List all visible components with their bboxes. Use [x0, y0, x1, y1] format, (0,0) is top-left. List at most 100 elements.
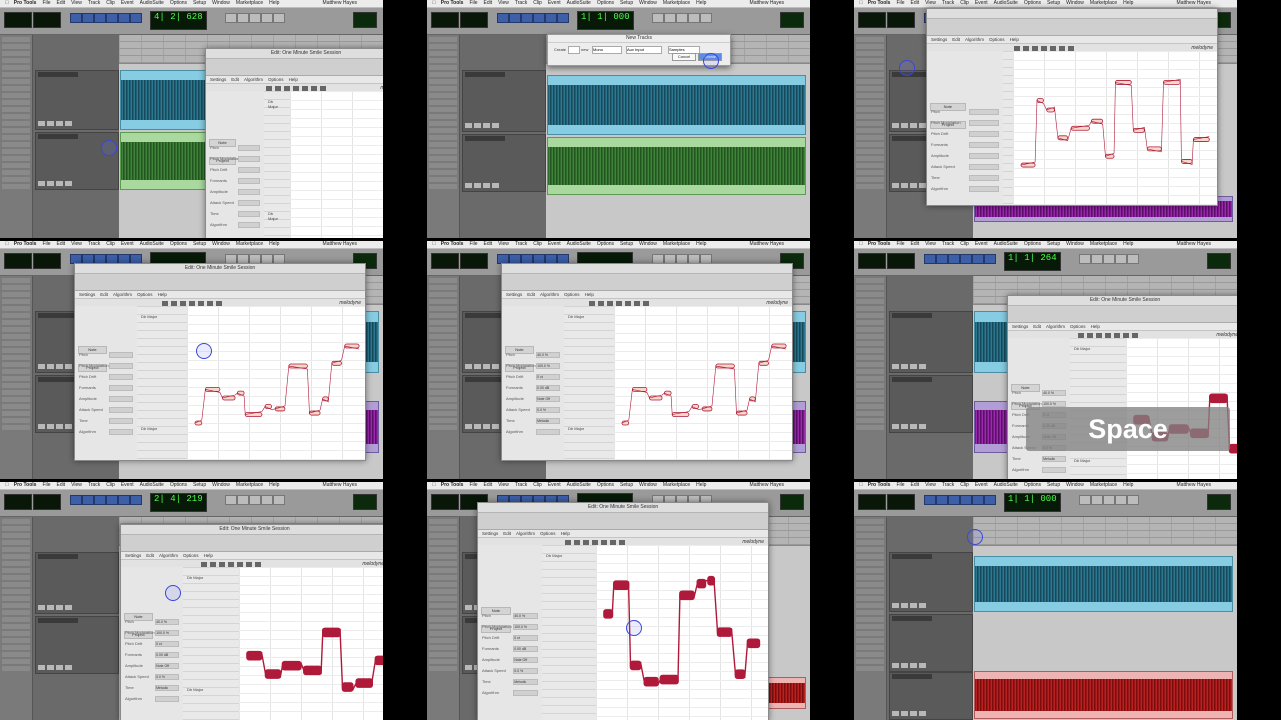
menu-item[interactable]: AudioSuite [994, 482, 1018, 488]
track-list-row[interactable] [856, 177, 884, 182]
menu-item[interactable]: Window [1066, 482, 1084, 488]
track-button[interactable] [465, 364, 472, 369]
transport-button[interactable] [106, 13, 118, 23]
melodyne-menu-item[interactable]: Options [183, 553, 199, 558]
track-list-row[interactable] [429, 86, 457, 91]
track-list-row[interactable] [2, 526, 30, 531]
track-button[interactable] [65, 665, 72, 670]
menu-item[interactable]: File [896, 482, 904, 488]
track-name[interactable] [892, 674, 932, 679]
track-button[interactable] [892, 123, 899, 128]
track-list-row[interactable] [429, 142, 457, 147]
track-button[interactable] [56, 665, 63, 670]
inspector-field[interactable] [536, 429, 560, 435]
inspector-field[interactable]: 0 ct [155, 641, 179, 647]
menu-item[interactable]: Setup [620, 241, 633, 247]
menu-item[interactable]: Marketplace [663, 0, 690, 6]
menu-item[interactable]: Help [1123, 241, 1133, 247]
menu-item[interactable]: AudioSuite [567, 241, 591, 247]
transport-button[interactable] [273, 495, 285, 505]
track-list-row[interactable] [856, 425, 884, 430]
track-count-field[interactable] [568, 46, 580, 54]
track-button[interactable] [492, 123, 499, 128]
track-list-row[interactable] [856, 170, 884, 175]
track-list-row[interactable] [429, 355, 457, 360]
menu-item[interactable]: Marketplace [1090, 482, 1117, 488]
track-list-row[interactable] [2, 72, 30, 77]
menu-item[interactable]: AudioSuite [994, 0, 1018, 6]
transport-button[interactable] [1091, 495, 1103, 505]
track-list-row[interactable] [856, 93, 884, 98]
inspector-field[interactable] [237, 156, 260, 162]
track-list-row[interactable] [429, 575, 457, 580]
track-list-row[interactable] [856, 547, 884, 552]
cancel-button[interactable]: Cancel [672, 53, 696, 61]
track-list-row[interactable] [429, 299, 457, 304]
inspector-field[interactable] [968, 164, 999, 170]
track-button[interactable] [465, 424, 472, 429]
transport-button[interactable] [545, 13, 557, 23]
track-button[interactable] [465, 665, 472, 670]
apple-icon[interactable]:  [432, 241, 436, 247]
melodyne-menu-item[interactable]: Options [564, 292, 580, 297]
track-list-row[interactable] [2, 533, 30, 538]
track-list-row[interactable] [429, 135, 457, 140]
menu-item[interactable]: Marketplace [236, 0, 263, 6]
transport-button[interactable] [1091, 254, 1103, 264]
track-button[interactable] [483, 424, 490, 429]
track-list-row[interactable] [429, 163, 457, 168]
menu-item[interactable]: File [896, 241, 904, 247]
track-list-row[interactable] [429, 292, 457, 297]
melodyne-menu-item[interactable]: Settings [79, 292, 95, 297]
inspector-field[interactable] [968, 142, 999, 148]
menu-item[interactable]: View [71, 241, 82, 247]
transport-button[interactable] [1127, 495, 1139, 505]
menu-item[interactable]: Marketplace [1090, 0, 1117, 6]
track-button[interactable] [892, 364, 899, 369]
track-button[interactable] [892, 663, 899, 668]
transport-button[interactable] [118, 13, 130, 23]
track-list-row[interactable] [2, 334, 30, 339]
transport-button[interactable] [688, 13, 700, 23]
transport-button[interactable] [652, 13, 664, 23]
menu-item[interactable]: Marketplace [663, 482, 690, 488]
track-list-row[interactable] [2, 603, 30, 608]
menu-item[interactable]: File [896, 0, 904, 6]
melodyne-menu-item[interactable]: Edit [146, 553, 154, 558]
track-button[interactable] [910, 603, 917, 608]
menu-item[interactable]: Edit [57, 482, 66, 488]
track-list-row[interactable] [429, 177, 457, 182]
track-list-row[interactable] [2, 327, 30, 332]
track-list-row[interactable] [856, 72, 884, 77]
track-list-row[interactable] [856, 320, 884, 325]
track-list-row[interactable] [2, 156, 30, 161]
track-list-row[interactable] [856, 121, 884, 126]
inspector-field[interactable] [968, 131, 999, 137]
track-list-row[interactable] [856, 582, 884, 587]
track-list-row[interactable] [2, 547, 30, 552]
track-list-row[interactable] [856, 652, 884, 657]
track-button[interactable] [892, 603, 899, 608]
track-header[interactable] [889, 552, 973, 612]
track-list-row[interactable] [2, 390, 30, 395]
inspector-field[interactable] [237, 178, 260, 184]
track-button[interactable] [38, 605, 45, 610]
menu-item[interactable]: Clip [533, 241, 542, 247]
track-list-row[interactable] [2, 582, 30, 587]
app-menu[interactable]: Pro Tools [868, 482, 891, 488]
menu-item[interactable]: Setup [193, 0, 206, 6]
track-list-row[interactable] [429, 659, 457, 664]
track-header[interactable] [462, 70, 546, 132]
transport-button[interactable] [237, 13, 249, 23]
track-button[interactable] [910, 183, 917, 188]
track-button[interactable] [47, 605, 54, 610]
track-list-row[interactable] [856, 348, 884, 353]
inspector-field[interactable]: 0 ct [513, 635, 538, 641]
menu-item[interactable]: Clip [533, 482, 542, 488]
track-list-row[interactable] [856, 313, 884, 318]
menu-item[interactable]: Edit [484, 0, 493, 6]
menu-item[interactable]: Marketplace [1090, 241, 1117, 247]
track-list-row[interactable] [429, 362, 457, 367]
track-button[interactable] [901, 424, 908, 429]
menu-item[interactable]: Clip [533, 0, 542, 6]
